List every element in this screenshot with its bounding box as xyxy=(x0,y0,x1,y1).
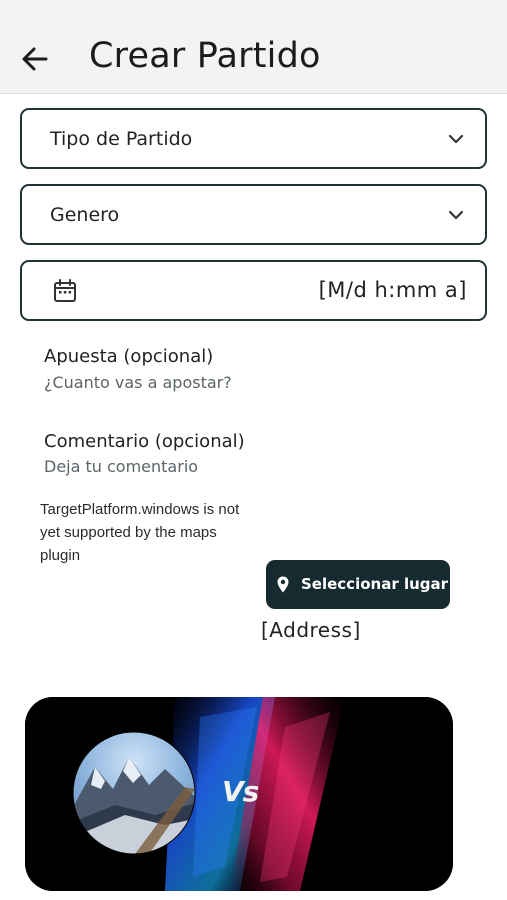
comment-input[interactable]: Deja tu comentario xyxy=(44,457,198,476)
match-type-label: Tipo de Partido xyxy=(50,128,193,150)
match-type-dropdown[interactable]: Tipo de Partido xyxy=(20,108,487,169)
vs-label: Vs xyxy=(222,775,259,808)
gender-dropdown[interactable]: Genero xyxy=(20,184,487,245)
location-pin-icon xyxy=(277,576,289,593)
datetime-value: [M/d h:mm a] xyxy=(318,278,467,302)
calendar-icon xyxy=(54,279,76,302)
bet-label: Apuesta (opcional) xyxy=(44,346,214,367)
comment-label: Comentario (opcional) xyxy=(44,431,245,452)
datetime-picker[interactable]: [M/d h:mm a] xyxy=(20,260,487,321)
chevron-down-icon xyxy=(448,134,464,144)
chevron-down-icon xyxy=(448,210,464,220)
map-unsupported-notice: TargetPlatform.windows is not yet suppor… xyxy=(40,501,240,564)
app-bar: Crear Partido xyxy=(0,0,507,94)
gender-label: Genero xyxy=(50,204,120,226)
address-text: [Address] xyxy=(261,618,361,642)
back-button[interactable] xyxy=(18,42,52,76)
select-place-label: Seleccionar lugar xyxy=(301,575,449,593)
bet-input[interactable]: ¿Cuanto vas a apostar? xyxy=(44,373,232,392)
select-place-button[interactable]: Seleccionar lugar xyxy=(266,560,450,609)
page-title: Crear Partido xyxy=(89,36,321,76)
versus-banner: Vs xyxy=(25,697,453,891)
arrow-left-icon xyxy=(22,47,48,71)
